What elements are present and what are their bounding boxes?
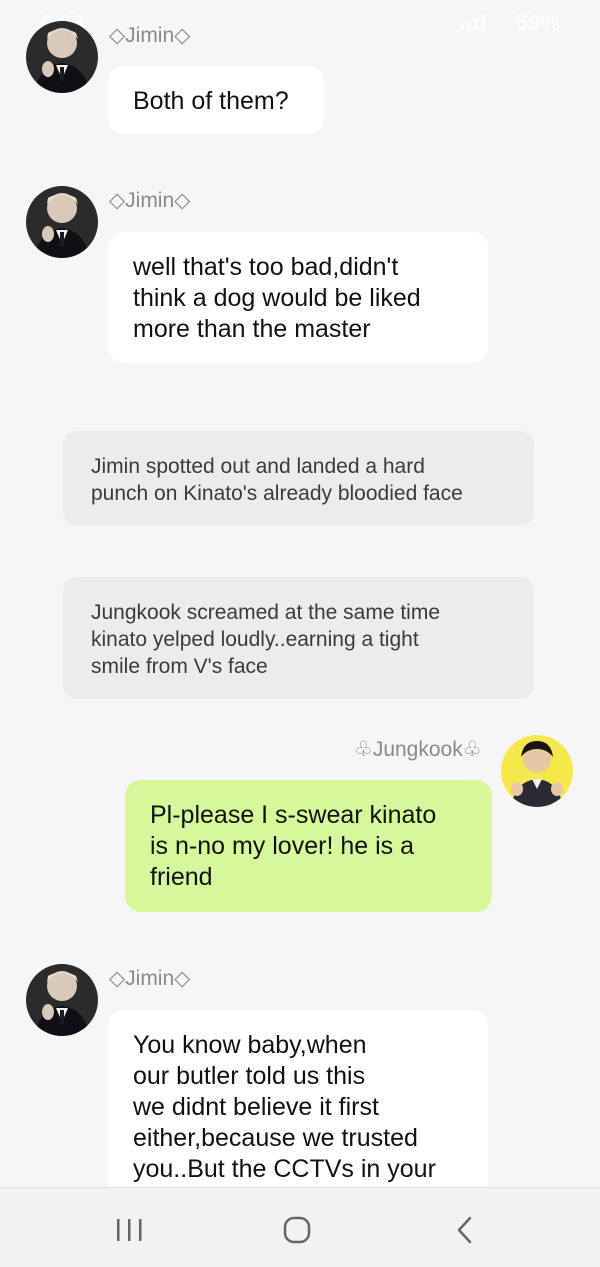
jungkook-avatar-image (501, 735, 573, 807)
sender-name: ◇Jimin◇ (109, 967, 191, 990)
home-button[interactable] (277, 1210, 317, 1250)
message-bubble[interactable]: well that's too bad,didn't think a dog w… (108, 232, 488, 363)
sender-name: ◇Jimin◇ (109, 189, 191, 212)
narration-text: Jimin spotted out and landed a hard punc… (91, 455, 463, 505)
jungkook-avatar[interactable] (501, 735, 573, 807)
sender-name: ♧Jungkook♧ (354, 738, 482, 761)
battery-level: 59% (515, 10, 560, 35)
recent-apps-button[interactable] (109, 1210, 149, 1250)
jimin-avatar-image (26, 964, 98, 1036)
narration-box: Jimin spotted out and landed a hard punc… (63, 431, 534, 526)
message-text: You know baby,when our butler told us th… (133, 1031, 436, 1183)
back-button[interactable] (445, 1210, 485, 1250)
jimin-avatar-image (26, 21, 98, 93)
jimin-avatar-image (26, 186, 98, 258)
message-text: well that's too bad,didn't think a dog w… (133, 253, 421, 343)
recent-apps-icon (117, 1219, 142, 1241)
message-text: Both of them? (133, 87, 289, 115)
jimin-avatar[interactable] (26, 964, 98, 1036)
signal-icon (460, 15, 485, 30)
narration-box: Jungkook screamed at the same time kinat… (63, 577, 534, 699)
sender-name: ◇Jimin◇ (109, 24, 191, 47)
message-bubble[interactable]: You know baby,when our butler told us th… (108, 1010, 488, 1200)
back-icon (457, 1216, 472, 1244)
message-bubble[interactable]: Both of them? (108, 66, 324, 134)
message-bubble-mine[interactable]: Pl-please I s-swear kinato is n-no my lo… (125, 780, 492, 912)
jimin-avatar[interactable] (26, 21, 98, 93)
jimin-avatar[interactable] (26, 186, 98, 258)
navigation-bar (0, 1187, 600, 1267)
message-text: Pl-please I s-swear kinato is n-no my lo… (150, 801, 437, 891)
home-icon (283, 1216, 311, 1244)
narration-text: Jungkook screamed at the same time kinat… (91, 601, 441, 678)
